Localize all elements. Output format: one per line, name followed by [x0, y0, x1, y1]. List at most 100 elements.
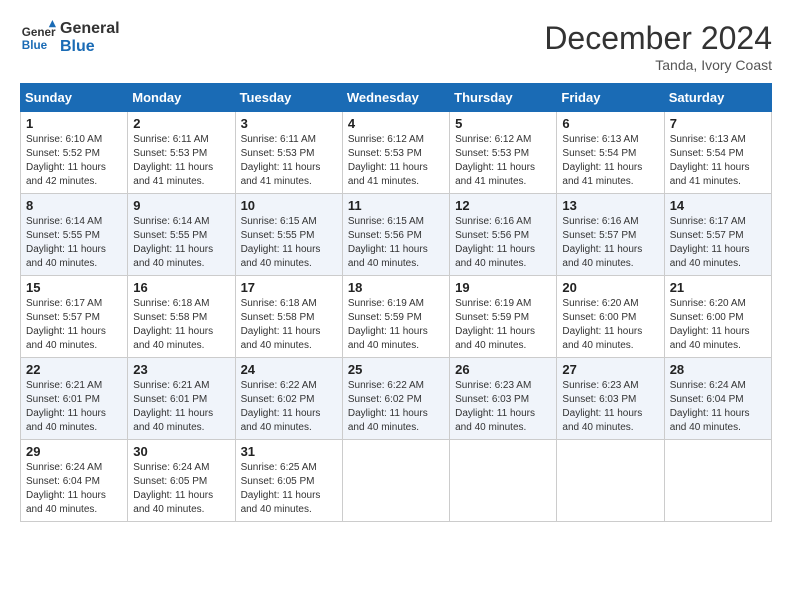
day-info: Sunrise: 6:24 AM Sunset: 6:05 PM Dayligh… [133, 461, 229, 517]
day-info: Sunrise: 6:20 AM Sunset: 6:00 PM Dayligh… [562, 297, 658, 353]
calendar-cell: 16Sunrise: 6:18 AM Sunset: 5:58 PM Dayli… [128, 276, 235, 358]
day-number: 17 [241, 280, 337, 295]
calendar-cell [557, 440, 664, 522]
day-number: 13 [562, 198, 658, 213]
day-info: Sunrise: 6:15 AM Sunset: 5:55 PM Dayligh… [241, 215, 337, 271]
calendar-header-wednesday: Wednesday [342, 84, 449, 112]
calendar-week-row: 22Sunrise: 6:21 AM Sunset: 6:01 PM Dayli… [21, 358, 772, 440]
calendar-cell [450, 440, 557, 522]
day-info: Sunrise: 6:12 AM Sunset: 5:53 PM Dayligh… [455, 133, 551, 189]
day-info: Sunrise: 6:17 AM Sunset: 5:57 PM Dayligh… [26, 297, 122, 353]
day-info: Sunrise: 6:21 AM Sunset: 6:01 PM Dayligh… [26, 379, 122, 435]
day-info: Sunrise: 6:24 AM Sunset: 6:04 PM Dayligh… [670, 379, 766, 435]
day-number: 27 [562, 362, 658, 377]
calendar-cell: 1Sunrise: 6:10 AM Sunset: 5:52 PM Daylig… [21, 112, 128, 194]
logo-line2: Blue [60, 38, 120, 56]
svg-text:Blue: Blue [22, 39, 48, 52]
day-info: Sunrise: 6:14 AM Sunset: 5:55 PM Dayligh… [26, 215, 122, 271]
day-info: Sunrise: 6:24 AM Sunset: 6:04 PM Dayligh… [26, 461, 122, 517]
day-info: Sunrise: 6:15 AM Sunset: 5:56 PM Dayligh… [348, 215, 444, 271]
calendar-header-tuesday: Tuesday [235, 84, 342, 112]
title-area: December 2024 Tanda, Ivory Coast [544, 20, 772, 73]
svg-text:General: General [22, 26, 56, 39]
calendar-header-thursday: Thursday [450, 84, 557, 112]
calendar-cell: 28Sunrise: 6:24 AM Sunset: 6:04 PM Dayli… [664, 358, 771, 440]
day-info: Sunrise: 6:20 AM Sunset: 6:00 PM Dayligh… [670, 297, 766, 353]
calendar-cell: 2 Sunrise: 6:11 AM Sunset: 5:53 PM Daylig… [128, 112, 235, 194]
calendar-cell: 20 Sunrise: 6:20 AM Sunset: 6:00 PM Dayli… [557, 276, 664, 358]
day-info: Sunrise: 6:23 AM Sunset: 6:03 PM Dayligh… [455, 379, 551, 435]
day-info: Sunrise: 6:17 AM Sunset: 5:57 PM Dayligh… [670, 215, 766, 271]
day-info: Sunrise: 6:10 AM Sunset: 5:52 PM Dayligh… [26, 133, 122, 189]
day-info: Sunrise: 6:22 AM Sunset: 6:02 PM Dayligh… [241, 379, 337, 435]
day-number: 31 [241, 444, 337, 459]
calendar-cell: 30Sunrise: 6:24 AM Sunset: 6:05 PM Dayli… [128, 440, 235, 522]
day-info: Sunrise: 6:21 AM Sunset: 6:01 PM Dayligh… [133, 379, 229, 435]
calendar-cell [664, 440, 771, 522]
calendar-cell: 27Sunrise: 6:23 AM Sunset: 6:03 PM Dayli… [557, 358, 664, 440]
calendar-cell: 19 Sunrise: 6:19 AM Sunset: 5:59 PM Dayli… [450, 276, 557, 358]
day-info: Sunrise: 6:19 AM Sunset: 5:59 PM Dayligh… [455, 297, 551, 353]
calendar-cell: 7 Sunrise: 6:13 AM Sunset: 5:54 PM Daylig… [664, 112, 771, 194]
day-info: Sunrise: 6:25 AM Sunset: 6:05 PM Dayligh… [241, 461, 337, 517]
calendar-cell: 31 Sunrise: 6:25 AM Sunset: 6:05 PM Dayli… [235, 440, 342, 522]
calendar-cell [342, 440, 449, 522]
calendar-cell: 12 Sunrise: 6:16 AM Sunset: 5:56 PM Dayli… [450, 194, 557, 276]
calendar-cell: 25Sunrise: 6:22 AM Sunset: 6:02 PM Dayli… [342, 358, 449, 440]
calendar-cell: 3Sunrise: 6:11 AM Sunset: 5:53 PM Daylig… [235, 112, 342, 194]
calendar-cell: 8Sunrise: 6:14 AM Sunset: 5:55 PM Daylig… [21, 194, 128, 276]
day-info: Sunrise: 6:11 AM Sunset: 5:53 PM Dayligh… [241, 133, 337, 189]
day-number: 24 [241, 362, 337, 377]
day-number: 7 [670, 116, 766, 131]
day-number: 20 [562, 280, 658, 295]
day-number: 29 [26, 444, 122, 459]
day-number: 2 [133, 116, 229, 131]
calendar-cell: 11 Sunrise: 6:15 AM Sunset: 5:56 PM Dayli… [342, 194, 449, 276]
calendar-cell: 13Sunrise: 6:16 AM Sunset: 5:57 PM Dayli… [557, 194, 664, 276]
calendar-header-friday: Friday [557, 84, 664, 112]
calendar-week-row: 8Sunrise: 6:14 AM Sunset: 5:55 PM Daylig… [21, 194, 772, 276]
calendar-cell: 18Sunrise: 6:19 AM Sunset: 5:59 PM Dayli… [342, 276, 449, 358]
calendar-header-saturday: Saturday [664, 84, 771, 112]
day-number: 21 [670, 280, 766, 295]
day-number: 18 [348, 280, 444, 295]
day-info: Sunrise: 6:13 AM Sunset: 5:54 PM Dayligh… [562, 133, 658, 189]
calendar-cell: 23 Sunrise: 6:21 AM Sunset: 6:01 PM Dayli… [128, 358, 235, 440]
day-number: 26 [455, 362, 551, 377]
header: General Blue General Blue December 2024 … [20, 20, 772, 73]
day-info: Sunrise: 6:11 AM Sunset: 5:53 PM Dayligh… [133, 133, 229, 189]
day-info: Sunrise: 6:12 AM Sunset: 5:53 PM Dayligh… [348, 133, 444, 189]
calendar-cell: 9Sunrise: 6:14 AM Sunset: 5:55 PM Daylig… [128, 194, 235, 276]
day-number: 10 [241, 198, 337, 213]
calendar-header-monday: Monday [128, 84, 235, 112]
day-info: Sunrise: 6:13 AM Sunset: 5:54 PM Dayligh… [670, 133, 766, 189]
calendar-week-row: 15 Sunrise: 6:17 AM Sunset: 5:57 PM Dayli… [21, 276, 772, 358]
calendar-cell: 21 Sunrise: 6:20 AM Sunset: 6:00 PM Dayli… [664, 276, 771, 358]
calendar-cell: 29 Sunrise: 6:24 AM Sunset: 6:04 PM Dayli… [21, 440, 128, 522]
day-info: Sunrise: 6:18 AM Sunset: 5:58 PM Dayligh… [133, 297, 229, 353]
day-number: 5 [455, 116, 551, 131]
calendar-week-row: 1Sunrise: 6:10 AM Sunset: 5:52 PM Daylig… [21, 112, 772, 194]
day-info: Sunrise: 6:18 AM Sunset: 5:58 PM Dayligh… [241, 297, 337, 353]
calendar-cell: 6 Sunrise: 6:13 AM Sunset: 5:54 PM Daylig… [557, 112, 664, 194]
calendar-cell: 24 Sunrise: 6:22 AM Sunset: 6:02 PM Dayli… [235, 358, 342, 440]
month-title: December 2024 [544, 20, 772, 57]
day-number: 23 [133, 362, 229, 377]
day-number: 19 [455, 280, 551, 295]
day-number: 12 [455, 198, 551, 213]
calendar-body: 1Sunrise: 6:10 AM Sunset: 5:52 PM Daylig… [21, 112, 772, 522]
calendar-cell: 10 Sunrise: 6:15 AM Sunset: 5:55 PM Dayli… [235, 194, 342, 276]
day-number: 15 [26, 280, 122, 295]
day-number: 6 [562, 116, 658, 131]
calendar: SundayMondayTuesdayWednesdayThursdayFrid… [20, 83, 772, 522]
day-info: Sunrise: 6:22 AM Sunset: 6:02 PM Dayligh… [348, 379, 444, 435]
day-number: 14 [670, 198, 766, 213]
calendar-cell: 14 Sunrise: 6:17 AM Sunset: 5:57 PM Dayli… [664, 194, 771, 276]
day-info: Sunrise: 6:16 AM Sunset: 5:56 PM Dayligh… [455, 215, 551, 271]
calendar-header-sunday: Sunday [21, 84, 128, 112]
calendar-cell: 17 Sunrise: 6:18 AM Sunset: 5:58 PM Dayli… [235, 276, 342, 358]
day-info: Sunrise: 6:14 AM Sunset: 5:55 PM Dayligh… [133, 215, 229, 271]
calendar-cell: 22Sunrise: 6:21 AM Sunset: 6:01 PM Dayli… [21, 358, 128, 440]
calendar-week-row: 29 Sunrise: 6:24 AM Sunset: 6:04 PM Dayli… [21, 440, 772, 522]
day-number: 11 [348, 198, 444, 213]
